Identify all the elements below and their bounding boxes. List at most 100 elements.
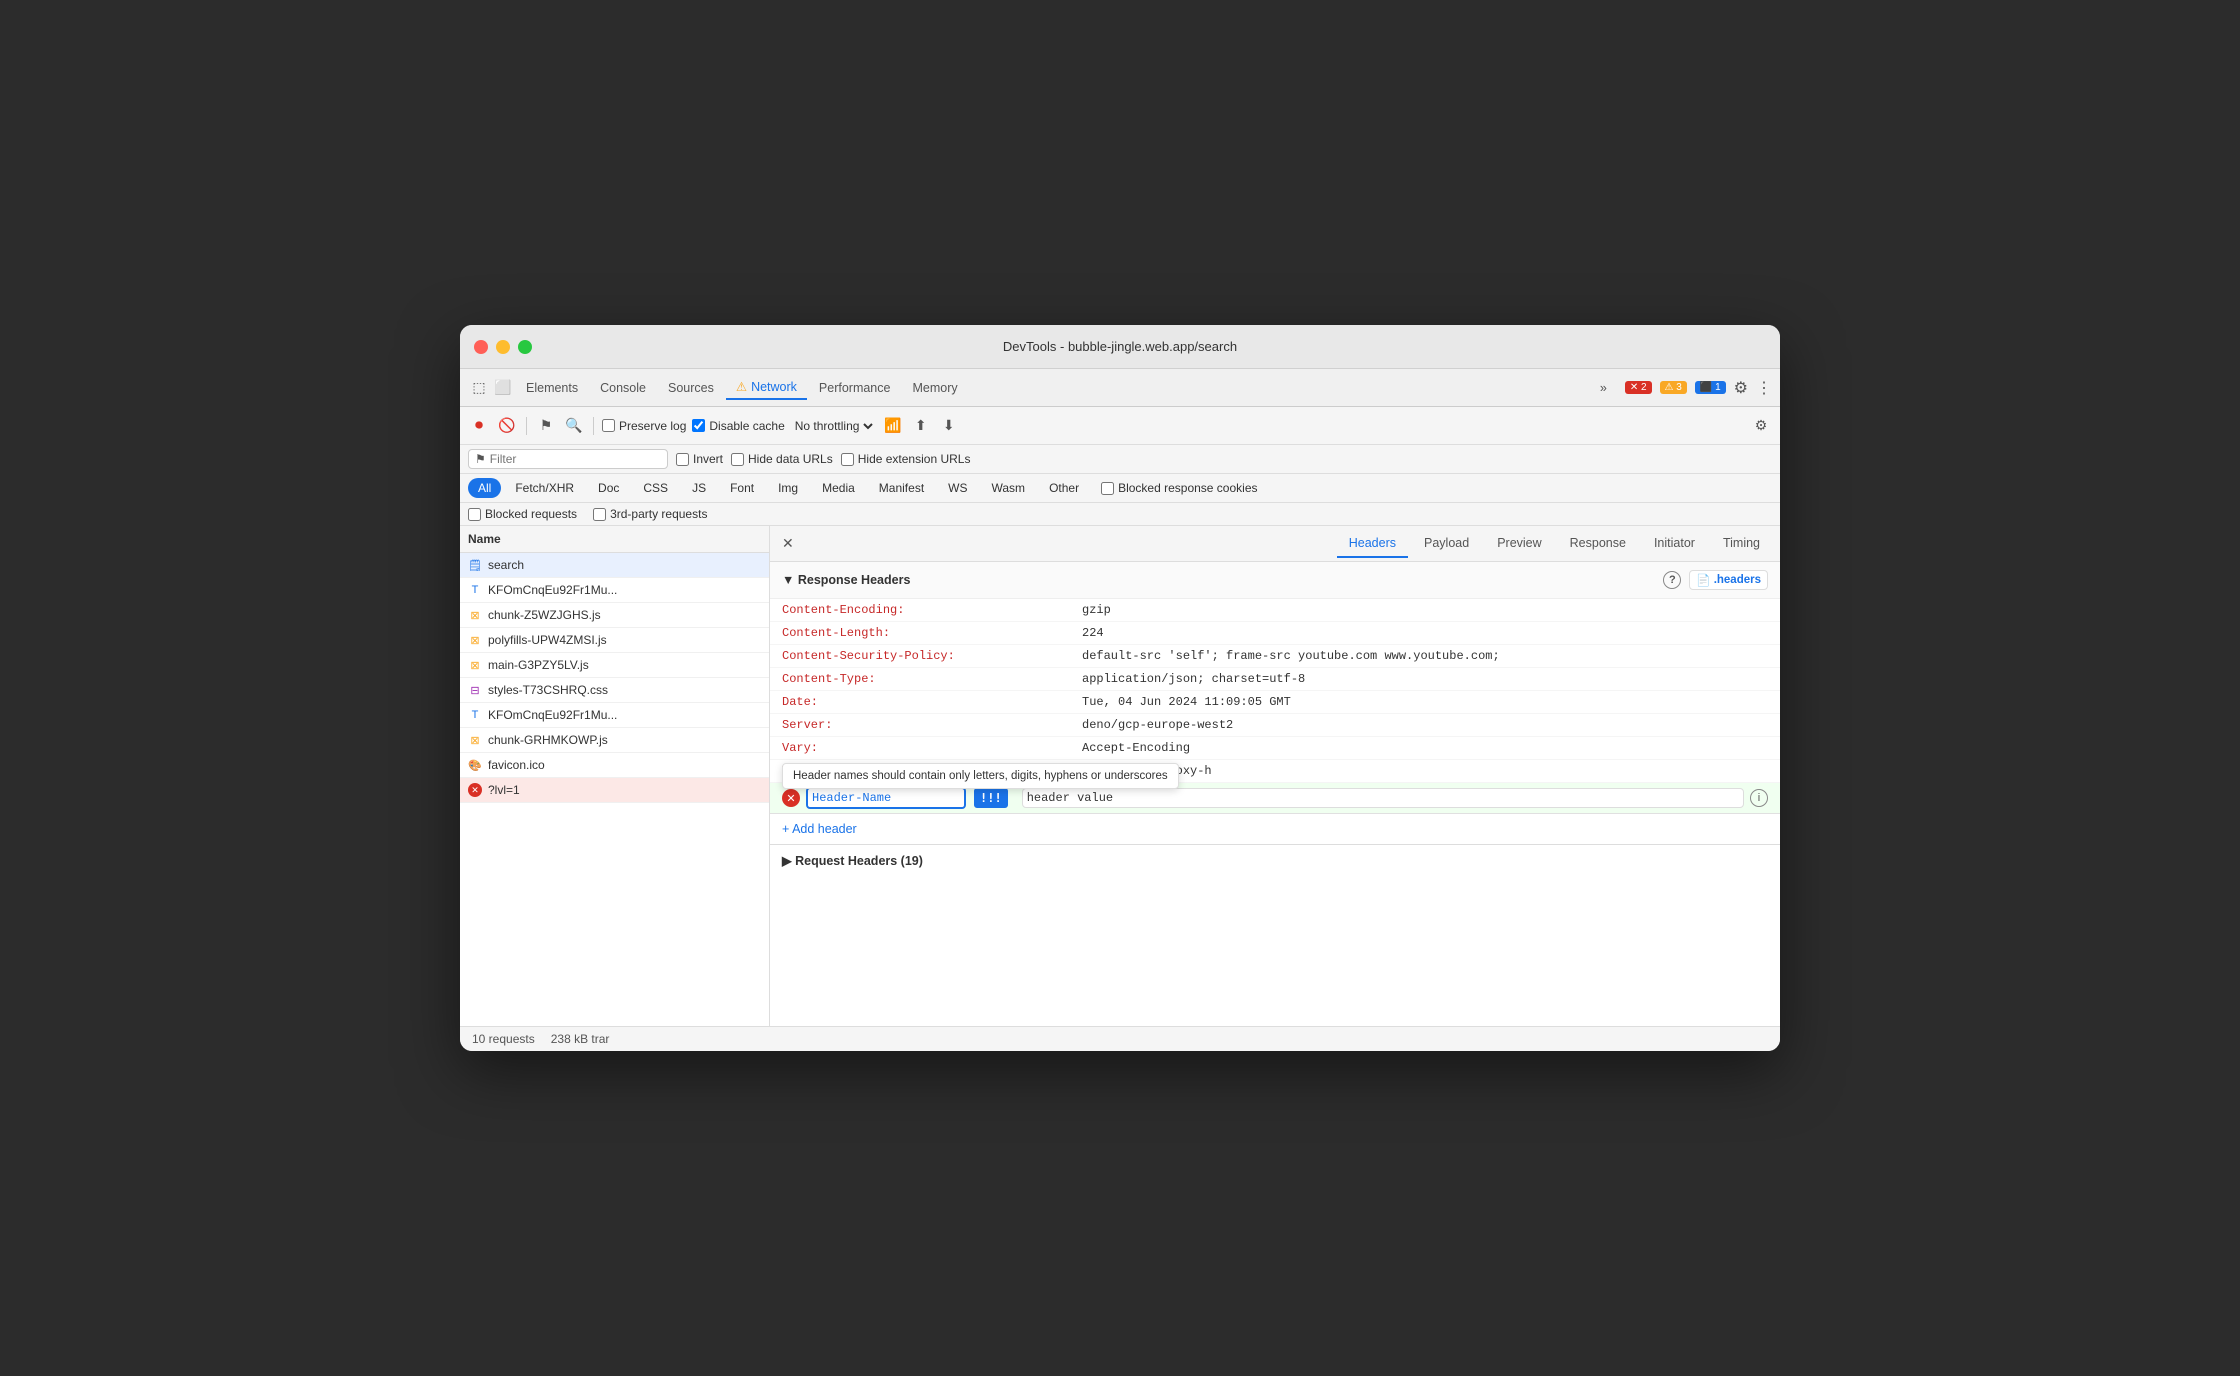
blocked-cookies-checkbox[interactable] bbox=[1101, 482, 1114, 495]
element-selector-icon[interactable]: ⬚ bbox=[468, 377, 490, 399]
request-name: chunk-GRHMKOWP.js bbox=[488, 733, 608, 747]
record-button[interactable]: ⏺ bbox=[468, 415, 490, 437]
list-item[interactable]: ⊠ chunk-GRHMKOWP.js bbox=[460, 728, 769, 753]
res-tab-img[interactable]: Img bbox=[768, 478, 808, 498]
detail-tab-payload[interactable]: Payload bbox=[1412, 530, 1481, 558]
close-detail-button[interactable]: ✕ bbox=[778, 531, 798, 556]
titlebar: DevTools - bubble-jingle.web.app/search bbox=[460, 325, 1780, 369]
list-item[interactable]: ⊠ main-G3PZY5LV.js bbox=[460, 653, 769, 678]
add-header-button[interactable]: + Add header bbox=[770, 814, 869, 844]
res-tab-css[interactable]: CSS bbox=[633, 478, 678, 498]
header-value-input[interactable] bbox=[1022, 788, 1744, 808]
disable-cache-checkbox[interactable] bbox=[692, 419, 705, 432]
res-tab-wasm[interactable]: Wasm bbox=[982, 478, 1036, 498]
header-value: Tue, 04 Jun 2024 11:09:05 GMT bbox=[1082, 695, 1768, 709]
filter-input[interactable] bbox=[490, 452, 620, 466]
header-row-content-encoding: Content-Encoding: gzip bbox=[770, 599, 1780, 622]
list-item[interactable]: ⊠ polyfills-UPW4ZMSI.js bbox=[460, 628, 769, 653]
invert-label[interactable]: Invert bbox=[676, 452, 723, 466]
header-row-content-length: Content-Length: 224 bbox=[770, 622, 1780, 645]
maximize-button[interactable] bbox=[518, 340, 532, 354]
list-item[interactable]: ✕ ?lvl=1 bbox=[460, 778, 769, 803]
detail-tab-initiator[interactable]: Initiator bbox=[1642, 530, 1707, 558]
header-name-input[interactable] bbox=[806, 787, 966, 809]
tab-network[interactable]: ⚠ Network bbox=[726, 375, 807, 400]
help-icon[interactable]: ? bbox=[1663, 571, 1681, 589]
device-emulation-icon[interactable]: ⬜ bbox=[492, 377, 514, 399]
js-icon: ⊠ bbox=[468, 733, 482, 747]
wifi-icon[interactable]: 📶 bbox=[882, 415, 904, 437]
blocked-cookies-label[interactable]: Blocked response cookies bbox=[1101, 481, 1257, 495]
preserve-log-checkbox[interactable] bbox=[602, 419, 615, 432]
filter-icon[interactable]: ⚑ bbox=[535, 415, 557, 437]
tab-performance[interactable]: Performance bbox=[809, 377, 901, 399]
list-item[interactable]: ⊟ styles-T73CSHRQ.css bbox=[460, 678, 769, 703]
request-headers-toggle[interactable]: ▶ Request Headers (19) bbox=[782, 853, 1768, 868]
window-title: DevTools - bubble-jingle.web.app/search bbox=[1003, 339, 1237, 354]
minimize-button[interactable] bbox=[496, 340, 510, 354]
headers-section: ▼ Response Headers ? 📄 .headers Content-… bbox=[770, 562, 1780, 876]
blocked-requests-checkbox[interactable] bbox=[468, 508, 481, 521]
more-options-icon[interactable]: ⋮ bbox=[1756, 378, 1772, 398]
res-tab-js[interactable]: JS bbox=[682, 478, 716, 498]
headers-file-button[interactable]: 📄 .headers bbox=[1689, 570, 1768, 590]
hide-extension-urls-checkbox[interactable] bbox=[841, 453, 854, 466]
detail-tab-response[interactable]: Response bbox=[1558, 530, 1638, 558]
font-icon: T bbox=[468, 583, 482, 597]
throttle-select-label: No throttling Fast 3G Slow 3G bbox=[791, 418, 876, 434]
detail-tab-preview[interactable]: Preview bbox=[1485, 530, 1553, 558]
throttle-select[interactable]: No throttling Fast 3G Slow 3G bbox=[791, 418, 876, 434]
response-headers-section-title[interactable]: ▼ Response Headers ? 📄 .headers bbox=[770, 562, 1780, 599]
clear-button[interactable]: 🚫 bbox=[496, 415, 518, 437]
blocked-requests-label[interactable]: Blocked requests bbox=[468, 507, 577, 521]
res-tab-fetch[interactable]: Fetch/XHR bbox=[505, 478, 584, 498]
list-item[interactable]: 🎨 favicon.ico bbox=[460, 753, 769, 778]
hide-extension-urls-label[interactable]: Hide extension URLs bbox=[841, 452, 971, 466]
tab-more-icon[interactable]: » bbox=[1590, 377, 1617, 399]
status-bar: 10 requests 238 kB trar bbox=[460, 1026, 1780, 1051]
res-tab-doc[interactable]: Doc bbox=[588, 478, 629, 498]
res-tab-manifest[interactable]: Manifest bbox=[869, 478, 934, 498]
tab-memory[interactable]: Memory bbox=[902, 377, 967, 399]
network-settings-icon[interactable]: ⚙ bbox=[1750, 415, 1772, 437]
file-icon: 📄 bbox=[1696, 573, 1710, 587]
close-button[interactable] bbox=[474, 340, 488, 354]
tab-console[interactable]: Console bbox=[590, 377, 656, 399]
toolbar-divider-1 bbox=[526, 417, 527, 435]
search-icon[interactable]: 🔍 bbox=[563, 415, 585, 437]
delete-header-button[interactable]: ✕ bbox=[782, 789, 800, 807]
res-tab-font[interactable]: Font bbox=[720, 478, 764, 498]
request-name: search bbox=[488, 558, 524, 572]
settings-gear-icon[interactable]: ⚙ bbox=[1734, 378, 1748, 398]
third-party-label[interactable]: 3rd-party requests bbox=[593, 507, 707, 521]
resource-type-tabs: All Fetch/XHR Doc CSS JS Font Img Media … bbox=[460, 474, 1780, 503]
upload-icon[interactable]: ⬆ bbox=[910, 415, 932, 437]
disable-cache-label[interactable]: Disable cache bbox=[692, 419, 784, 433]
list-item[interactable]: 🗒 search bbox=[460, 553, 769, 578]
res-tab-ws[interactable]: WS bbox=[938, 478, 977, 498]
header-name: Server: bbox=[782, 718, 1082, 732]
tab-sources[interactable]: Sources bbox=[658, 377, 724, 399]
header-info-icon[interactable]: i bbox=[1750, 789, 1768, 807]
hide-data-urls-checkbox[interactable] bbox=[731, 453, 744, 466]
download-icon[interactable]: ⬇ bbox=[938, 415, 960, 437]
request-name: KFOmCnqEu92Fr1Mu... bbox=[488, 708, 617, 722]
detail-tab-bar: ✕ Headers Payload Preview Response Initi… bbox=[770, 526, 1780, 562]
invert-checkbox[interactable] bbox=[676, 453, 689, 466]
list-item[interactable]: T KFOmCnqEu92Fr1Mu... bbox=[460, 703, 769, 728]
preserve-log-label[interactable]: Preserve log bbox=[602, 419, 686, 433]
detail-tab-timing[interactable]: Timing bbox=[1711, 530, 1772, 558]
request-list-header: Name bbox=[460, 526, 769, 553]
list-item[interactable]: T KFOmCnqEu92Fr1Mu... bbox=[460, 578, 769, 603]
res-tab-all[interactable]: All bbox=[468, 478, 501, 498]
third-party-checkbox[interactable] bbox=[593, 508, 606, 521]
doc-icon: 🗒 bbox=[468, 558, 482, 572]
detail-tab-headers[interactable]: Headers bbox=[1337, 530, 1408, 558]
hide-data-urls-label[interactable]: Hide data URLs bbox=[731, 452, 833, 466]
res-tab-media[interactable]: Media bbox=[812, 478, 865, 498]
res-tab-other[interactable]: Other bbox=[1039, 478, 1089, 498]
list-item[interactable]: ⊠ chunk-Z5WZJGHS.js bbox=[460, 603, 769, 628]
request-name: polyfills-UPW4ZMSI.js bbox=[488, 633, 607, 647]
header-row-csp: Content-Security-Policy: default-src 'se… bbox=[770, 645, 1780, 668]
tab-elements[interactable]: Elements bbox=[516, 377, 588, 399]
